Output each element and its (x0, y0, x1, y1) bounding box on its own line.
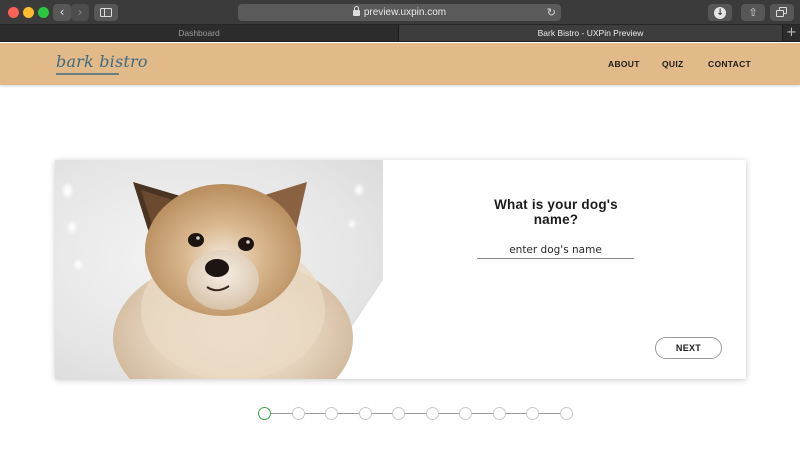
tab-overview-button[interactable] (770, 4, 794, 21)
tab-bar: Dashboard Bark Bistro - UXPin Preview + (0, 25, 800, 42)
eye-highlight (246, 240, 250, 244)
tab-dashboard[interactable]: Dashboard (0, 25, 399, 41)
dog-nose (205, 259, 229, 277)
logo-underline (56, 73, 119, 75)
browser-toolbar: ‹ › preview.uxpin.com ↻ ↓ ⇧ (0, 0, 800, 25)
minimize-window-button[interactable] (23, 7, 34, 18)
new-tab-button[interactable]: + (782, 25, 800, 41)
next-button[interactable]: NEXT (655, 337, 722, 359)
close-window-button[interactable] (8, 7, 19, 18)
progress-step-8[interactable] (493, 407, 506, 420)
dog-photo (55, 160, 383, 379)
nav-contact-link[interactable]: CONTACT (708, 59, 751, 69)
nav-about-link[interactable]: ABOUT (608, 59, 640, 69)
back-button[interactable]: ‹ (53, 4, 71, 21)
address-bar[interactable]: preview.uxpin.com ↻ (238, 4, 561, 21)
share-button[interactable]: ⇧ (741, 4, 765, 21)
forward-button[interactable]: › (71, 4, 89, 21)
share-icon: ⇧ (748, 6, 758, 19)
progress-step-5[interactable] (392, 407, 405, 420)
reload-icon[interactable]: ↻ (547, 4, 556, 21)
dog-left-eye (188, 233, 204, 247)
fullscreen-window-button[interactable] (38, 7, 49, 18)
progress-line (264, 413, 567, 414)
site-logo[interactable]: bark bistro (56, 52, 148, 71)
dog-right-eye (238, 237, 254, 251)
tabs-overview-icon-front (776, 10, 784, 17)
progress-step-1[interactable] (258, 407, 271, 420)
nav-quiz-link[interactable]: QUIZ (662, 59, 684, 69)
chevron-left-icon: ‹ (59, 5, 65, 19)
quiz-progress-steps (258, 406, 575, 421)
downloads-button[interactable]: ↓ (708, 4, 732, 21)
dog-muzzle (187, 250, 259, 310)
sidebar-icon (100, 8, 112, 17)
progress-step-4[interactable] (359, 407, 372, 420)
progress-step-9[interactable] (526, 407, 539, 420)
quiz-question: What is your dog's name? (494, 197, 618, 227)
quiz-card: What is your dog's name? NEXT (55, 160, 746, 379)
sidebar-toggle-button[interactable] (94, 4, 118, 21)
dog-name-input[interactable] (477, 241, 634, 259)
progress-step-6[interactable] (426, 407, 439, 420)
pomeranian-dog-illustration (113, 182, 383, 379)
progress-step-10[interactable] (560, 407, 573, 420)
progress-step-3[interactable] (325, 407, 338, 420)
progress-step-2[interactable] (292, 407, 305, 420)
download-icon: ↓ (714, 6, 726, 19)
progress-step-7[interactable] (459, 407, 472, 420)
tab-bark-bistro-preview[interactable]: Bark Bistro - UXPin Preview (399, 25, 782, 41)
url-text: preview.uxpin.com (363, 7, 447, 18)
chevron-right-icon: › (77, 5, 83, 19)
eye-highlight (196, 236, 200, 240)
site-header: bark bistro ABOUT QUIZ CONTACT (0, 43, 800, 85)
lock-icon (352, 6, 360, 16)
